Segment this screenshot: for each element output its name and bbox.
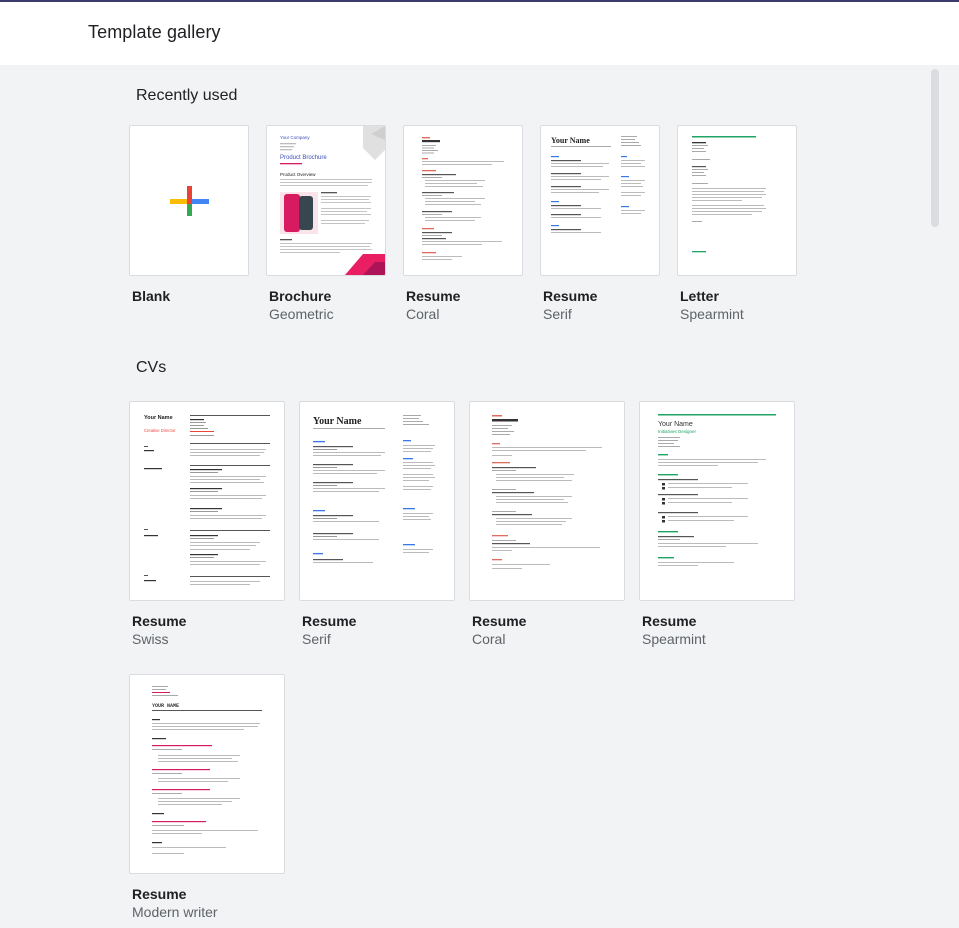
template-card-resume-serif-cv[interactable]: Your Name Resume Serif — [299, 401, 455, 651]
template-thumbnail[interactable]: Your Name — [299, 401, 455, 601]
resume-serif-preview: Your Name — [551, 136, 645, 233]
template-card-blank[interactable]: Blank — [129, 125, 249, 325]
brochure-preview: Your Company Product Brochure Product Ov… — [280, 126, 385, 275]
template-card-resume-swiss[interactable]: Your Name Creative Director Resume Swiss — [129, 401, 285, 651]
template-card-resume-coral-cv[interactable]: Resume Coral — [469, 401, 625, 651]
template-thumbnail[interactable] — [403, 125, 523, 276]
plus-icon — [170, 186, 209, 216]
template-name: Blank — [132, 288, 171, 304]
your-name-text: Your Name — [658, 421, 693, 428]
section-title-recently-used: Recently used — [136, 87, 238, 104]
template-card-letter-spearmint[interactable]: Letter Spearmint — [677, 125, 797, 325]
template-subtitle: Serif — [543, 306, 572, 322]
template-thumbnail[interactable]: Your Name Initiatives Designer — [639, 401, 795, 601]
template-subtitle: Serif — [302, 631, 331, 647]
your-name-text: Your Name — [313, 416, 362, 427]
resume-serif-preview: Your Name — [313, 415, 435, 563]
page-title: Template gallery — [88, 22, 221, 42]
template-name: Resume — [472, 613, 527, 629]
template-thumbnail[interactable]: Your Name — [540, 125, 660, 276]
template-subtitle: Coral — [406, 306, 440, 322]
initiatives-designer-text: Initiatives Designer — [658, 429, 697, 434]
template-thumbnail[interactable]: Your Company Product Brochure Product Ov… — [266, 125, 386, 276]
template-thumbnail[interactable]: Your Name Creative Director — [129, 401, 285, 601]
brochure-company-text: Your Company — [280, 135, 310, 140]
template-name: Resume — [406, 288, 461, 304]
template-thumbnail[interactable] — [677, 125, 797, 276]
gallery-header: Template gallery — [0, 2, 959, 65]
template-card-resume-spearmint[interactable]: Your Name Initiatives Designer Resume Sp… — [639, 401, 795, 651]
resume-coral-preview — [422, 137, 504, 260]
template-subtitle: Spearmint — [680, 306, 744, 322]
template-subtitle: Coral — [472, 631, 506, 647]
template-card-resume-coral[interactable]: Resume Coral — [403, 125, 523, 325]
template-card-resume-serif[interactable]: Your Name Resume Serif — [540, 125, 660, 325]
your-name-text: Your Name — [551, 136, 590, 145]
resume-coral-preview — [492, 415, 602, 569]
template-subtitle: Spearmint — [642, 631, 706, 647]
your-name-text: Your Name — [144, 415, 173, 421]
resume-spearmint-preview: Your Name Initiatives Designer — [658, 414, 776, 566]
template-name: Resume — [132, 886, 187, 902]
template-name: Resume — [132, 613, 187, 629]
template-name: Resume — [543, 288, 598, 304]
template-thumbnail[interactable] — [129, 125, 249, 276]
template-subtitle: Modern writer — [132, 904, 218, 920]
template-card-brochure-geometric[interactable]: Your Company Product Brochure Product Ov… — [266, 125, 386, 325]
creative-director-text: Creative Director — [144, 428, 176, 433]
template-subtitle: Swiss — [132, 631, 169, 647]
template-thumbnail[interactable] — [469, 401, 625, 601]
letter-spearmint-preview — [692, 136, 766, 253]
template-thumbnail[interactable]: YOUR NAME — [129, 674, 285, 874]
resume-swiss-preview: Your Name Creative Director — [144, 415, 270, 585]
section-title-cvs: CVs — [136, 359, 167, 376]
your-name-caps-text: YOUR NAME — [152, 703, 179, 709]
template-name: Resume — [642, 613, 697, 629]
template-name: Letter — [680, 288, 719, 304]
template-card-resume-modern-writer[interactable]: YOUR NAME Resume Modern writer — [129, 674, 285, 926]
brochure-title-text: Product Brochure — [280, 155, 327, 161]
template-name: Resume — [302, 613, 357, 629]
gallery-content: Recently used Blank Your Company Product… — [0, 65, 959, 928]
brochure-overview-text: Product Overview — [280, 172, 316, 177]
template-name: Brochure — [269, 288, 332, 304]
resume-modern-writer-preview: YOUR NAME — [152, 686, 262, 854]
scrollbar-thumb[interactable] — [931, 69, 939, 227]
template-subtitle: Geometric — [269, 306, 334, 322]
